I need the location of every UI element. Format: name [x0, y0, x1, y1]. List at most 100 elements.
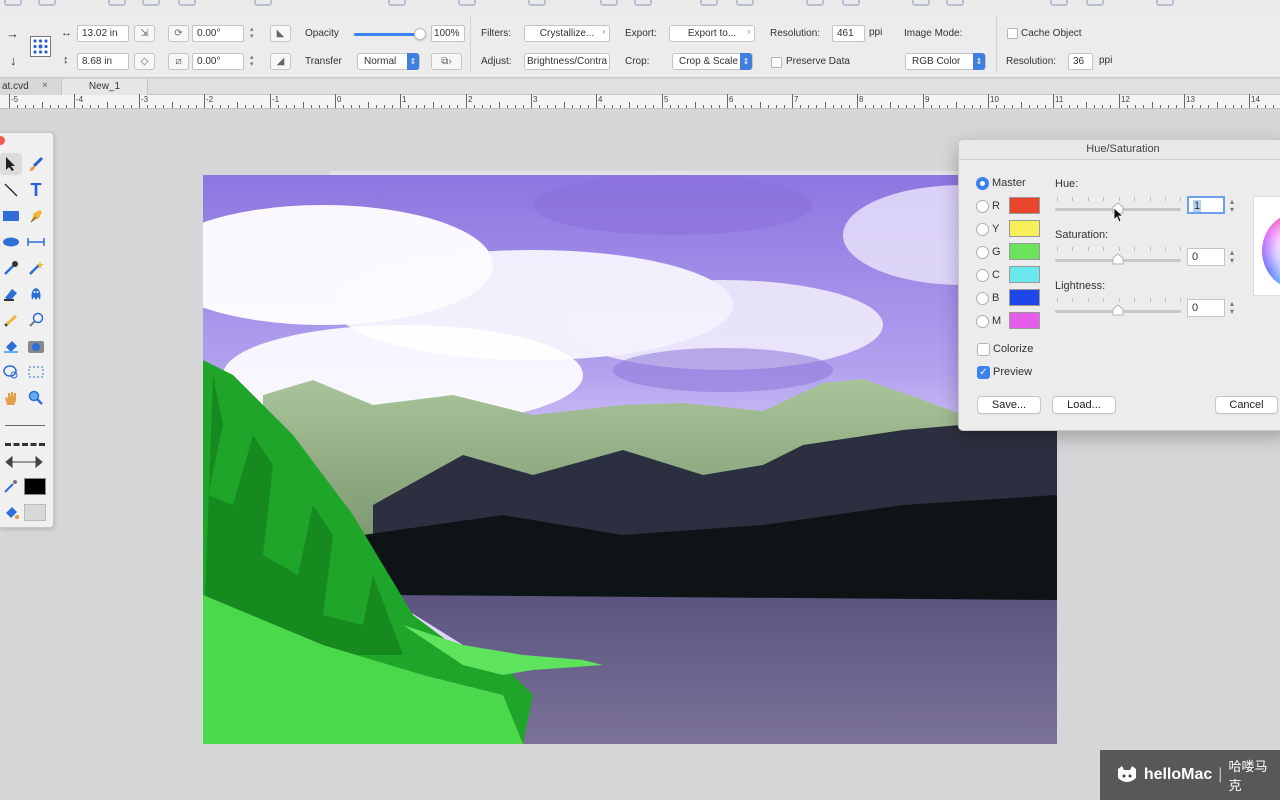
- rectangle-icon[interactable]: [0, 205, 22, 227]
- cache-object-checkbox[interactable]: [1007, 28, 1018, 39]
- crop-select[interactable]: Crop & Scale ⇕: [672, 53, 753, 70]
- marquee-icon[interactable]: [25, 361, 47, 383]
- toolbar-icon[interactable]: [806, 0, 824, 6]
- colorize-checkbox[interactable]: [977, 343, 990, 356]
- close-icon[interactable]: [0, 136, 5, 145]
- channel-radio-y[interactable]: [976, 223, 989, 236]
- toolbar-icon[interactable]: [108, 0, 126, 6]
- hand-icon[interactable]: [0, 387, 22, 409]
- ruler-minor-tick: [1029, 105, 1030, 108]
- clone-stamp-icon[interactable]: [25, 283, 47, 305]
- resolution2-field[interactable]: 36: [1068, 53, 1093, 70]
- opacity-slider[interactable]: [354, 28, 426, 40]
- load-button[interactable]: Load...: [1052, 396, 1116, 414]
- anchor-point-icon[interactable]: [30, 36, 51, 57]
- toolbar-icon[interactable]: [600, 0, 618, 6]
- transfer-tool-icon[interactable]: ◢: [270, 53, 291, 70]
- tab-new-1[interactable]: New_1: [62, 79, 148, 95]
- lasso-icon[interactable]: [0, 361, 22, 383]
- fill-color-icon[interactable]: [0, 501, 22, 523]
- channel-radio-master[interactable]: [976, 177, 989, 190]
- toolbar-icon[interactable]: [142, 0, 160, 6]
- fill-color-swatch[interactable]: [24, 504, 46, 521]
- opacity-field[interactable]: 100%: [431, 25, 465, 42]
- toolbar-icon[interactable]: [912, 0, 930, 6]
- preview-checkbox[interactable]: ✓: [977, 366, 990, 379]
- transfer-mode-select[interactable]: Normal ⇕: [357, 53, 420, 70]
- lightness-stepper[interactable]: ▴ ▾: [1230, 300, 1238, 316]
- lightness-field[interactable]: 0: [1187, 299, 1225, 317]
- fill-icon[interactable]: [0, 335, 22, 357]
- rotate-icon[interactable]: ⟳: [168, 25, 189, 42]
- resolution-field[interactable]: 461: [832, 25, 865, 42]
- skew-icon[interactable]: ⧄: [168, 53, 189, 70]
- image-mode-select[interactable]: RGB Color ⇕: [905, 53, 986, 70]
- adjust-select[interactable]: Brightness/Contra: [524, 53, 610, 70]
- flip-icon[interactable]: ◇: [134, 53, 155, 70]
- saturation-slider-thumb[interactable]: [1112, 253, 1124, 265]
- cancel-button[interactable]: Cancel: [1215, 396, 1278, 414]
- hue-stepper[interactable]: ▴ ▾: [1230, 198, 1238, 214]
- toolbar-icon[interactable]: [736, 0, 754, 6]
- line-icon[interactable]: [0, 179, 22, 201]
- ellipse-icon[interactable]: [0, 231, 22, 253]
- toolbar-icon[interactable]: [946, 0, 964, 6]
- save-button[interactable]: Save...: [977, 396, 1041, 414]
- camera-icon[interactable]: [25, 335, 47, 357]
- toolbar-icon[interactable]: [634, 0, 652, 6]
- toolbar-icon[interactable]: [1050, 0, 1068, 6]
- toolbar-icon[interactable]: [1086, 0, 1104, 6]
- hue-field[interactable]: 1: [1187, 196, 1225, 214]
- opacity-slider-thumb[interactable]: [414, 28, 426, 40]
- close-icon[interactable]: ×: [42, 80, 48, 91]
- paintbrush-icon[interactable]: [25, 153, 47, 175]
- tab-document[interactable]: at.cvd ×: [0, 79, 62, 95]
- channel-radio-c[interactable]: [976, 269, 989, 282]
- transfer-options-icon[interactable]: ⧉›: [431, 53, 462, 70]
- rotation-field[interactable]: 0.00°: [192, 25, 244, 42]
- dimension-icon[interactable]: [25, 231, 47, 253]
- zoom-icon[interactable]: [25, 387, 47, 409]
- toolbar-icon[interactable]: [388, 0, 406, 6]
- toolbar-icon[interactable]: [458, 0, 476, 6]
- saturation-field[interactable]: 0: [1187, 248, 1225, 266]
- width-field[interactable]: 13.02 in: [77, 25, 129, 42]
- text-icon[interactable]: T: [25, 179, 47, 201]
- saturation-stepper[interactable]: ▴ ▾: [1230, 249, 1238, 265]
- magic-wand-icon[interactable]: [25, 257, 47, 279]
- dash-style-icon[interactable]: [5, 443, 45, 446]
- line-weight-icon[interactable]: [5, 425, 45, 426]
- rotation-stepper[interactable]: ▴ ▾: [250, 26, 258, 40]
- toolbar-icon[interactable]: [254, 0, 272, 6]
- channel-radio-g[interactable]: [976, 246, 989, 259]
- blur-icon[interactable]: [25, 309, 47, 331]
- skew-field[interactable]: 0.00°: [192, 53, 244, 70]
- toolbar-icon[interactable]: [842, 0, 860, 6]
- export-select[interactable]: Export to... ›: [669, 25, 755, 42]
- eyedropper-icon[interactable]: [0, 257, 22, 279]
- width-lock-icon[interactable]: ⇲: [134, 25, 155, 42]
- filters-select[interactable]: Crystallize... ›: [524, 25, 610, 42]
- height-field[interactable]: 8.68 in: [77, 53, 129, 70]
- toolbar-icon[interactable]: [38, 0, 56, 6]
- arrow-select-icon[interactable]: [0, 153, 22, 175]
- channel-radio-r[interactable]: [976, 200, 989, 213]
- stroke-color-icon[interactable]: [0, 475, 22, 497]
- skew-stepper[interactable]: ▴ ▾: [250, 54, 258, 68]
- toolbar-icon[interactable]: [528, 0, 546, 6]
- toolbar-icon[interactable]: [1156, 0, 1174, 6]
- opacity-tool-icon[interactable]: ◣: [270, 25, 291, 42]
- canvas-image[interactable]: [203, 175, 1057, 744]
- channel-radio-b[interactable]: [976, 292, 989, 305]
- toolbar-icon[interactable]: [178, 0, 196, 6]
- stroke-color-swatch[interactable]: [24, 478, 46, 495]
- toolbar-icon[interactable]: [4, 0, 22, 6]
- toolbar-icon[interactable]: [700, 0, 718, 6]
- lightness-slider-thumb[interactable]: [1112, 304, 1124, 316]
- pen-icon[interactable]: [25, 205, 47, 227]
- arrowhead-icon[interactable]: [5, 455, 43, 472]
- eraser-icon[interactable]: [0, 283, 22, 305]
- preserve-data-checkbox[interactable]: [771, 57, 782, 68]
- smudge-icon[interactable]: [0, 309, 22, 331]
- channel-radio-m[interactable]: [976, 315, 989, 328]
